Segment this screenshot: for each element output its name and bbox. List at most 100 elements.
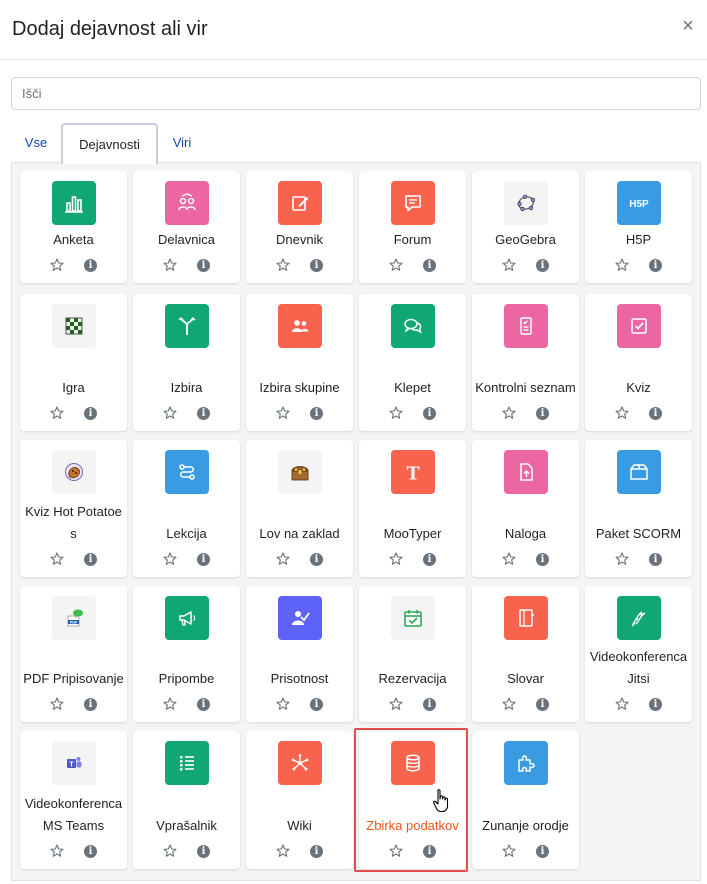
activity-label: Klepet [394,380,431,395]
info-icon[interactable]: i [536,698,549,711]
search-input[interactable] [11,77,701,110]
star-outline-icon[interactable] [163,258,177,272]
activity-card-journal-edit[interactable]: Dnevnik i [246,171,353,283]
info-icon[interactable]: i [536,407,549,420]
star-outline-icon[interactable] [50,844,64,858]
star-outline-icon[interactable] [389,844,403,858]
activity-card-hot-potatoes[interactable]: Kviz Hot Potatoes i [20,440,127,577]
star-outline-icon[interactable] [615,258,629,272]
activity-card-glossary[interactable]: Slovar i [472,586,579,722]
activity-card-wiki[interactable]: Wiki i [246,731,353,869]
info-icon[interactable]: i [84,259,97,272]
star-outline-icon[interactable] [50,697,64,711]
info-icon[interactable]: i [536,845,549,858]
activity-card-scorm-package[interactable]: Paket SCORM i [585,440,692,577]
info-icon[interactable]: i [310,698,323,711]
info-icon[interactable]: i [84,553,97,566]
activity-card-questionnaire[interactable]: Vprašalnik i [133,731,240,869]
activity-label: Izbira skupine [259,380,340,395]
info-icon[interactable]: i [423,698,436,711]
activity-card-workshop[interactable]: Delavnica i [133,171,240,283]
info-icon[interactable]: i [649,698,662,711]
info-icon[interactable]: i [310,259,323,272]
info-icon[interactable]: i [423,553,436,566]
pdf-annotation-icon: PDF [52,596,96,640]
info-icon[interactable]: i [423,407,436,420]
activity-card-feedback-megaphone[interactable]: Pripombe i [133,586,240,722]
group-choice-icon [278,304,322,348]
activity-card-group-choice[interactable]: Izbira skupine i [246,294,353,431]
chat-icon [391,304,435,348]
activity-card-forum[interactable]: Forum i [359,171,466,283]
star-outline-icon[interactable] [615,552,629,566]
info-icon[interactable]: i [197,407,210,420]
star-outline-icon[interactable] [389,406,403,420]
activity-card-assignment[interactable]: Naloga i [472,440,579,577]
info-icon[interactable]: i [649,407,662,420]
info-icon[interactable]: i [310,845,323,858]
star-outline-icon[interactable] [389,552,403,566]
star-outline-icon[interactable] [615,406,629,420]
star-outline-icon[interactable] [163,552,177,566]
info-icon[interactable]: i [197,259,210,272]
activity-card-choice-signpost[interactable]: Izbira i [133,294,240,431]
activity-card-chat[interactable]: Klepet i [359,294,466,431]
activity-card-quiz[interactable]: Kviz i [585,294,692,431]
tab-resources[interactable]: Viri [158,123,206,163]
info-icon[interactable]: i [310,553,323,566]
info-icon[interactable]: i [423,845,436,858]
star-outline-icon[interactable] [502,406,516,420]
star-outline-icon[interactable] [615,697,629,711]
info-icon[interactable]: i [536,259,549,272]
activity-card-mootyper[interactable]: T MooTyper i [359,440,466,577]
activity-card-lesson[interactable]: Lekcija i [133,440,240,577]
star-outline-icon[interactable] [163,697,177,711]
star-outline-icon[interactable] [502,844,516,858]
mootyper-icon: T [391,450,435,494]
info-icon[interactable]: i [197,845,210,858]
activity-card-checklist[interactable]: Kontrolni seznam i [472,294,579,431]
star-outline-icon[interactable] [276,552,290,566]
star-outline-icon[interactable] [389,258,403,272]
activity-card-pdf-annotation[interactable]: PDF PDF Pripisovanje i [20,586,127,722]
activity-card-jitsi[interactable]: Videokonferenca Jitsi i [585,586,692,722]
treasure-chest-icon [278,450,322,494]
star-outline-icon[interactable] [50,552,64,566]
activity-card-ms-teams[interactable]: T Videokonferenca MS Teams i [20,731,127,869]
info-icon[interactable]: i [536,553,549,566]
activity-card-geogebra[interactable]: GeoGebra i [472,171,579,283]
activity-card-puzzle[interactable]: Zunanje orodje i [472,731,579,869]
star-outline-icon[interactable] [276,258,290,272]
info-icon[interactable]: i [84,698,97,711]
info-icon[interactable]: i [84,407,97,420]
info-icon[interactable]: i [84,845,97,858]
info-icon[interactable]: i [649,553,662,566]
star-outline-icon[interactable] [163,406,177,420]
star-outline-icon[interactable] [502,552,516,566]
glossary-icon [504,596,548,640]
star-outline-icon[interactable] [276,697,290,711]
activity-card-calendar-check[interactable]: Rezervacija i [359,586,466,722]
activity-label: Rezervacija [378,671,447,686]
star-outline-icon[interactable] [163,844,177,858]
activity-card-attendance[interactable]: Prisotnost i [246,586,353,722]
activity-card-game-board[interactable]: Igra i [20,294,127,431]
info-icon[interactable]: i [649,259,662,272]
star-outline-icon[interactable] [502,697,516,711]
info-icon[interactable]: i [310,407,323,420]
info-icon[interactable]: i [423,259,436,272]
star-outline-icon[interactable] [276,844,290,858]
close-button[interactable]: × [678,14,698,38]
star-outline-icon[interactable] [50,258,64,272]
info-icon[interactable]: i [197,553,210,566]
tab-all[interactable]: Vse [11,123,61,163]
star-outline-icon[interactable] [50,406,64,420]
tab-activities[interactable]: Dejavnosti [61,123,158,164]
activity-card-h5p[interactable]: H5P H5P i [585,171,692,283]
star-outline-icon[interactable] [276,406,290,420]
info-icon[interactable]: i [197,698,210,711]
activity-card-chart-bar[interactable]: Anketa i [20,171,127,283]
activity-card-treasure-chest[interactable]: Lov na zaklad i [246,440,353,577]
star-outline-icon[interactable] [502,258,516,272]
star-outline-icon[interactable] [389,697,403,711]
